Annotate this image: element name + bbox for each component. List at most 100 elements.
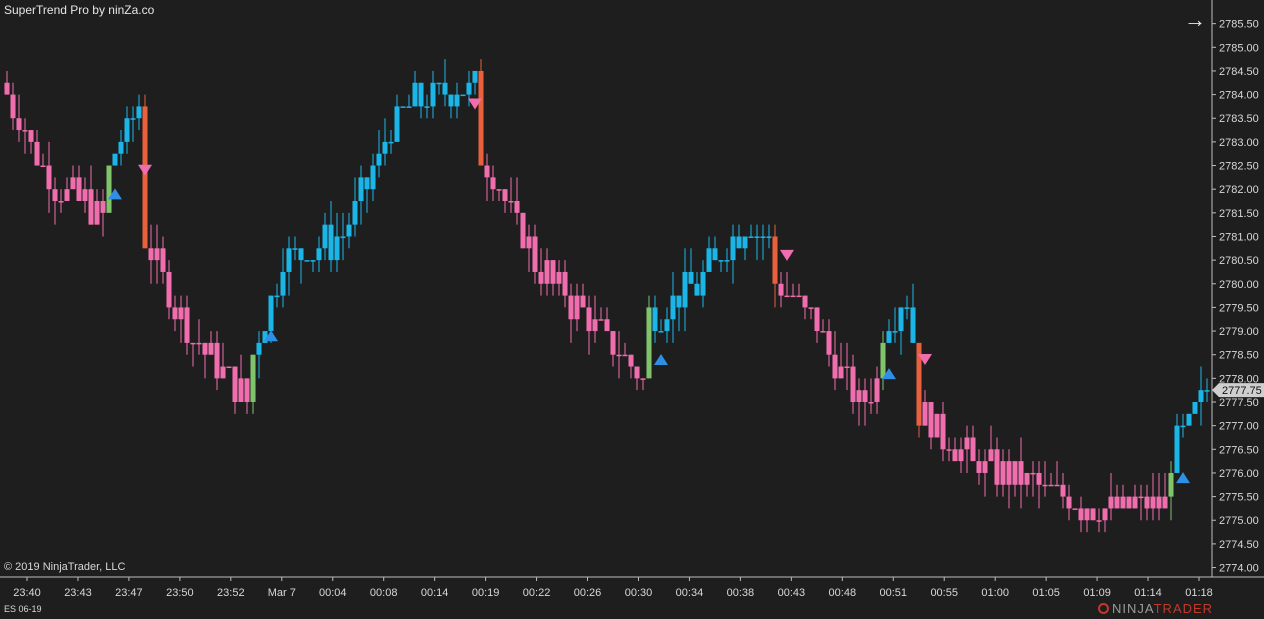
price-bar xyxy=(820,319,826,333)
price-bar xyxy=(826,319,832,367)
price-bar xyxy=(274,283,280,308)
bar-body xyxy=(1072,508,1078,510)
bar-body xyxy=(622,354,628,357)
x-tick-label: 23:43 xyxy=(64,587,92,599)
bar-body xyxy=(358,177,364,202)
buy-signal-marker xyxy=(654,353,668,365)
bar-body xyxy=(1138,496,1144,499)
price-bar xyxy=(796,283,802,298)
price-bar xyxy=(400,106,406,108)
price-bar xyxy=(1072,508,1078,510)
price-chart[interactable]: 2774.00 2774.50 2775.00 2775.50 2776.00 2776.… xyxy=(0,0,1264,619)
y-axis[interactable]: 2774.00 2774.50 2775.00 2775.50 2776.00 2776.… xyxy=(1211,0,1259,577)
bar-body xyxy=(10,94,16,119)
bar-body xyxy=(820,331,826,333)
arrow-right-icon[interactable]: → xyxy=(1184,7,1206,33)
bar-body xyxy=(196,342,202,345)
price-bar xyxy=(46,141,52,213)
price-bar xyxy=(1186,413,1192,426)
price-bar xyxy=(940,402,946,462)
price-bar xyxy=(1180,413,1186,438)
price-bar xyxy=(40,153,46,168)
price-bar xyxy=(1066,484,1072,521)
price-bar xyxy=(478,59,484,166)
bar-body xyxy=(1012,461,1018,485)
price-bar xyxy=(856,378,862,426)
y-tick-label: 2775.00 xyxy=(1219,515,1259,527)
price-bar xyxy=(934,413,940,438)
bar-body xyxy=(568,295,574,320)
bar-body xyxy=(748,236,754,238)
bar-body xyxy=(124,118,130,142)
bar-body xyxy=(322,224,328,249)
x-tick-label: 00:04 xyxy=(319,587,347,599)
price-bar xyxy=(964,425,970,473)
price-bar xyxy=(1024,472,1030,497)
bar-body xyxy=(1192,402,1198,414)
bar-body xyxy=(394,106,400,142)
price-bar xyxy=(646,295,652,379)
bar-body xyxy=(280,271,286,296)
price-bar xyxy=(676,295,682,332)
price-bar xyxy=(814,307,820,343)
bar-body xyxy=(328,224,334,261)
price-bar xyxy=(1108,472,1114,521)
price-bar xyxy=(772,224,778,308)
bar-body xyxy=(1186,413,1192,426)
x-tick-label: 01:05 xyxy=(1032,587,1060,599)
price-bar xyxy=(928,402,934,450)
bar-body xyxy=(526,236,532,249)
bar-body xyxy=(304,260,310,262)
x-tick-label: 01:18 xyxy=(1185,587,1213,599)
bar-body xyxy=(922,402,928,426)
price-bar xyxy=(1042,461,1048,497)
bar-body xyxy=(202,342,208,355)
logo-text-prefix: NINJA xyxy=(1112,601,1154,616)
price-bar xyxy=(1054,461,1060,487)
price-bar xyxy=(1090,508,1096,521)
price-bar xyxy=(196,319,202,355)
bar-body xyxy=(400,106,406,108)
y-tick-label: 2779.50 xyxy=(1219,302,1259,314)
price-bars xyxy=(4,59,1210,533)
bar-body xyxy=(112,153,118,166)
bar-body xyxy=(880,342,886,379)
price-bar xyxy=(496,189,502,202)
y-tick-label: 2782.50 xyxy=(1219,161,1259,173)
bar-body xyxy=(178,307,184,320)
price-bar xyxy=(484,153,490,202)
price-bar xyxy=(352,177,358,237)
price-bar xyxy=(502,189,508,213)
bar-body xyxy=(1144,496,1150,509)
x-axis[interactable]: 23:40 23:43 23:47 23:50 23:52 Mar 7 00:04 00:08… xyxy=(0,576,1264,599)
price-bar xyxy=(424,94,430,119)
bar-body xyxy=(1096,520,1102,522)
bar-body xyxy=(154,248,160,261)
price-bar xyxy=(310,260,316,272)
price-bar xyxy=(220,342,226,379)
bar-body xyxy=(370,165,376,190)
x-tick-label: 01:00 xyxy=(981,587,1009,599)
price-bar xyxy=(1204,378,1210,403)
price-bar xyxy=(1018,437,1024,509)
price-bar xyxy=(568,283,574,343)
price-bar xyxy=(88,165,94,225)
price-bar xyxy=(340,212,346,261)
bar-body xyxy=(670,295,676,320)
copyright-text: © 2019 NinjaTrader, LLC xyxy=(4,561,126,573)
bar-body xyxy=(100,201,106,213)
price-bar xyxy=(430,70,436,119)
price-bar xyxy=(712,236,718,261)
bar-body xyxy=(1150,496,1156,509)
price-bar xyxy=(1006,449,1012,509)
price-bar xyxy=(706,236,712,272)
y-tick-label: 2783.50 xyxy=(1219,113,1259,125)
bar-body xyxy=(268,295,274,332)
bar-body xyxy=(1174,425,1180,473)
price-bar xyxy=(532,224,538,284)
price-bar xyxy=(280,248,286,308)
price-bar xyxy=(1078,496,1084,533)
x-tick-label: 00:48 xyxy=(829,587,857,599)
bar-body xyxy=(742,236,748,249)
bar-body xyxy=(166,271,172,308)
